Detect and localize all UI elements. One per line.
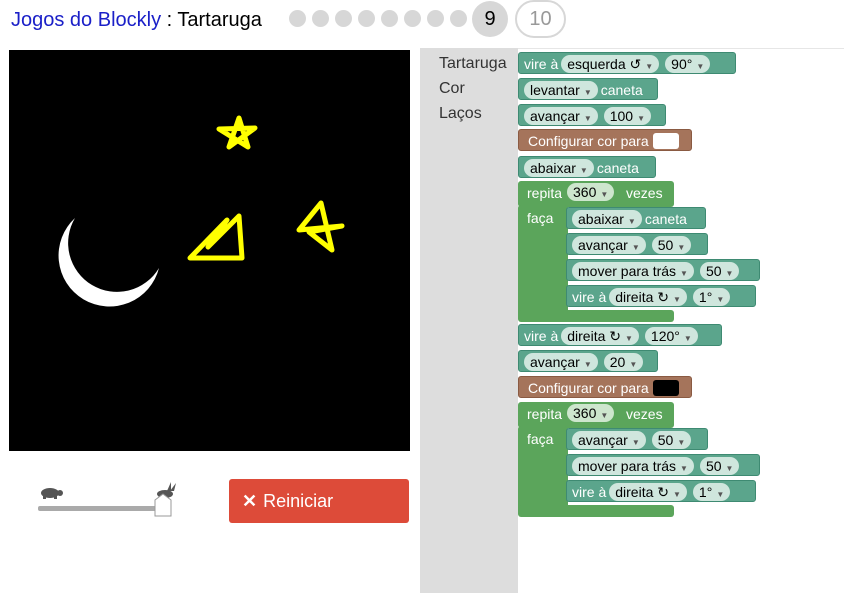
angle-dropdown[interactable]: 1° ▼ (692, 483, 731, 502)
rabbit-fast-icon (157, 482, 176, 498)
do-label: faça (527, 431, 554, 447)
star-2 (296, 200, 345, 253)
move-dropdown[interactable]: avançar ▼ (572, 431, 646, 450)
forward-block[interactable]: avançar ▼ 50 ▼ (566, 233, 708, 255)
level-dot-5[interactable] (381, 10, 398, 27)
distance-dropdown[interactable]: 100 ▼ (603, 107, 652, 126)
distance-dropdown[interactable]: 50 ▼ (651, 431, 692, 450)
header: Jogos do Blockly : Tartaruga 9 10 (0, 0, 844, 40)
pen-label: caneta (596, 160, 639, 176)
move-dropdown[interactable]: avançar ▼ (524, 107, 598, 126)
workspace-divider (518, 48, 844, 49)
move-dropdown[interactable]: mover para trás ▼ (572, 262, 694, 281)
angle-dropdown[interactable]: 90° ▼ (665, 55, 711, 74)
repeat-label: repita (527, 406, 563, 422)
pen-down-block[interactable]: abaixar ▼ caneta (518, 156, 656, 178)
toolbox-category-turtle[interactable]: Tartaruga (439, 55, 507, 73)
colour-swatch-white[interactable] (652, 133, 679, 150)
level-dot-4[interactable] (358, 10, 375, 27)
pen-dropdown[interactable]: levantar ▼ (524, 81, 598, 100)
set-colour-label: Configurar cor para (528, 133, 649, 149)
do-label: faça (527, 210, 554, 226)
turn-label: vire à (572, 484, 607, 500)
repeat-footer (518, 505, 674, 517)
backward-block[interactable]: mover para trás ▼ 50 ▼ (566, 259, 760, 281)
pen-up-block[interactable]: levantar ▼ caneta (518, 78, 658, 100)
turn-label: vire à (524, 56, 559, 72)
toolbox: Tartaruga Cor Laços (420, 48, 518, 593)
turn-right-block[interactable]: vire à direita ↻ ▼ 1° ▼ (566, 285, 756, 307)
pen-down-block[interactable]: abaixar ▼ caneta (566, 207, 706, 229)
page-title: Jogos do Blockly : Tartaruga (11, 9, 262, 32)
speed-slider[interactable] (30, 480, 180, 520)
toolbox-category-loops[interactable]: Laços (439, 105, 482, 123)
times-label: vezes (626, 406, 663, 422)
level-dot-8[interactable] (450, 10, 467, 27)
times-label: vezes (626, 185, 663, 201)
display-canvas (9, 50, 410, 451)
set-colour-white-block[interactable]: Configurar cor para (518, 129, 692, 151)
direction-dropdown[interactable]: esquerda ↺ ▼ (561, 55, 660, 74)
star-1 (216, 115, 258, 150)
set-colour-black-block[interactable]: Configurar cor para (518, 376, 692, 398)
crescent-moon (58, 218, 159, 307)
forward-block[interactable]: avançar ▼ 50 ▼ (566, 428, 708, 450)
direction-dropdown[interactable]: direita ↻ ▼ (609, 288, 687, 307)
turtle-slow-icon (41, 488, 63, 499)
move-dropdown[interactable]: mover para trás ▼ (572, 457, 694, 476)
level-dot-6[interactable] (404, 10, 421, 27)
level-dot-2[interactable] (312, 10, 329, 27)
direction-dropdown[interactable]: direita ↻ ▼ (609, 483, 687, 502)
pen-label: caneta (644, 211, 687, 227)
pen-dropdown[interactable]: abaixar ▼ (572, 210, 642, 229)
turn-right-block[interactable]: vire à direita ↻ ▼ 120° ▼ (518, 324, 722, 346)
repeat-label: repita (527, 185, 563, 201)
repeat-footer (518, 310, 674, 322)
level-dot-7[interactable] (427, 10, 444, 27)
direction-dropdown[interactable]: direita ↻ ▼ (561, 327, 639, 346)
star-3 (187, 213, 245, 261)
blockly-games-link[interactable]: Jogos do Blockly (11, 9, 161, 31)
pen-label: caneta (600, 82, 643, 98)
distance-dropdown[interactable]: 20 ▼ (603, 353, 644, 372)
level-next[interactable]: 10 (515, 0, 566, 38)
distance-dropdown[interactable]: 50 ▼ (699, 262, 740, 281)
close-icon: ✕ (242, 491, 258, 511)
angle-dropdown[interactable]: 120° ▼ (644, 327, 698, 346)
set-colour-label: Configurar cor para (528, 380, 649, 396)
repeat-count-dropdown[interactable]: 360 ▼ (567, 404, 615, 422)
forward-block[interactable]: avançar ▼ 20 ▼ (518, 350, 658, 372)
turn-left-block[interactable]: vire à esquerda ↺ ▼ 90° ▼ (518, 52, 736, 74)
backward-block[interactable]: mover para trás ▼ 50 ▼ (566, 454, 760, 476)
level-current[interactable]: 9 (472, 1, 508, 37)
pen-dropdown[interactable]: abaixar ▼ (524, 159, 594, 178)
level-dot-3[interactable] (335, 10, 352, 27)
distance-dropdown[interactable]: 50 ▼ (699, 457, 740, 476)
toolbox-category-color[interactable]: Cor (439, 80, 465, 98)
night-sky-drawing (58, 115, 345, 307)
turn-right-block[interactable]: vire à direita ↻ ▼ 1° ▼ (566, 480, 756, 502)
distance-dropdown[interactable]: 50 ▼ (651, 236, 692, 255)
colour-swatch-black[interactable] (652, 380, 679, 397)
repeat-count-dropdown[interactable]: 360 ▼ (567, 183, 615, 201)
move-dropdown[interactable]: avançar ▼ (572, 236, 646, 255)
move-dropdown[interactable]: avançar ▼ (524, 353, 598, 372)
turn-label: vire à (572, 289, 607, 305)
level-dot-1[interactable] (289, 10, 306, 27)
forward-block[interactable]: avançar ▼ 100 ▼ (518, 104, 666, 126)
angle-dropdown[interactable]: 1° ▼ (692, 288, 731, 307)
reset-label: Reiniciar (263, 491, 334, 511)
game-name: Tartaruga (177, 9, 262, 31)
reset-button[interactable]: ✕ Reiniciar (229, 479, 409, 523)
title-separator: : (161, 9, 178, 31)
turn-label: vire à (524, 328, 559, 344)
